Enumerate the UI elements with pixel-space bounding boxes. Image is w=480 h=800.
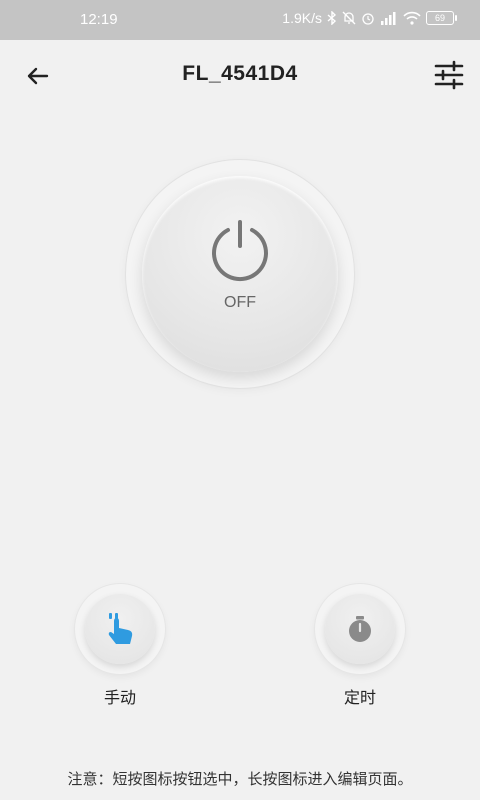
manual-mode-label: 手动 (103, 688, 136, 707)
alarm-icon (361, 11, 375, 25)
power-button[interactable]: OFF (142, 176, 338, 372)
sliders-icon (434, 60, 464, 90)
hint-note: 注意：短按图标按钮选中，长按图标进入编辑页面。 (67, 770, 413, 788)
settings-button[interactable] (432, 58, 466, 92)
power-state-label: OFF (224, 294, 256, 311)
manual-mode-button[interactable] (75, 584, 165, 674)
status-time: 12:19 (80, 11, 118, 28)
manual-mode-inner (85, 594, 155, 664)
timer-mode-label: 定时 (343, 688, 376, 707)
wifi-icon (403, 11, 421, 25)
power-icon (212, 220, 268, 281)
mute-bell-icon (342, 11, 356, 25)
timer-mode-inner (325, 594, 395, 664)
page-title: FL_4541D4 (182, 62, 298, 85)
header: FL_4541D4 (0, 40, 480, 110)
power-button-ring: OFF (126, 160, 354, 388)
signal-icon (380, 11, 398, 25)
status-icons: 1.9K/s 69 (282, 10, 457, 26)
battery-icon: 69 (426, 11, 457, 25)
stopwatch-icon (349, 616, 371, 642)
timer-mode-button[interactable] (315, 584, 405, 674)
bluetooth-icon (327, 11, 337, 25)
net-speed: 1.9K/s (282, 10, 322, 26)
status-bar: 12:19 1.9K/s 69 (0, 0, 480, 40)
hand-tap-icon (108, 613, 133, 644)
